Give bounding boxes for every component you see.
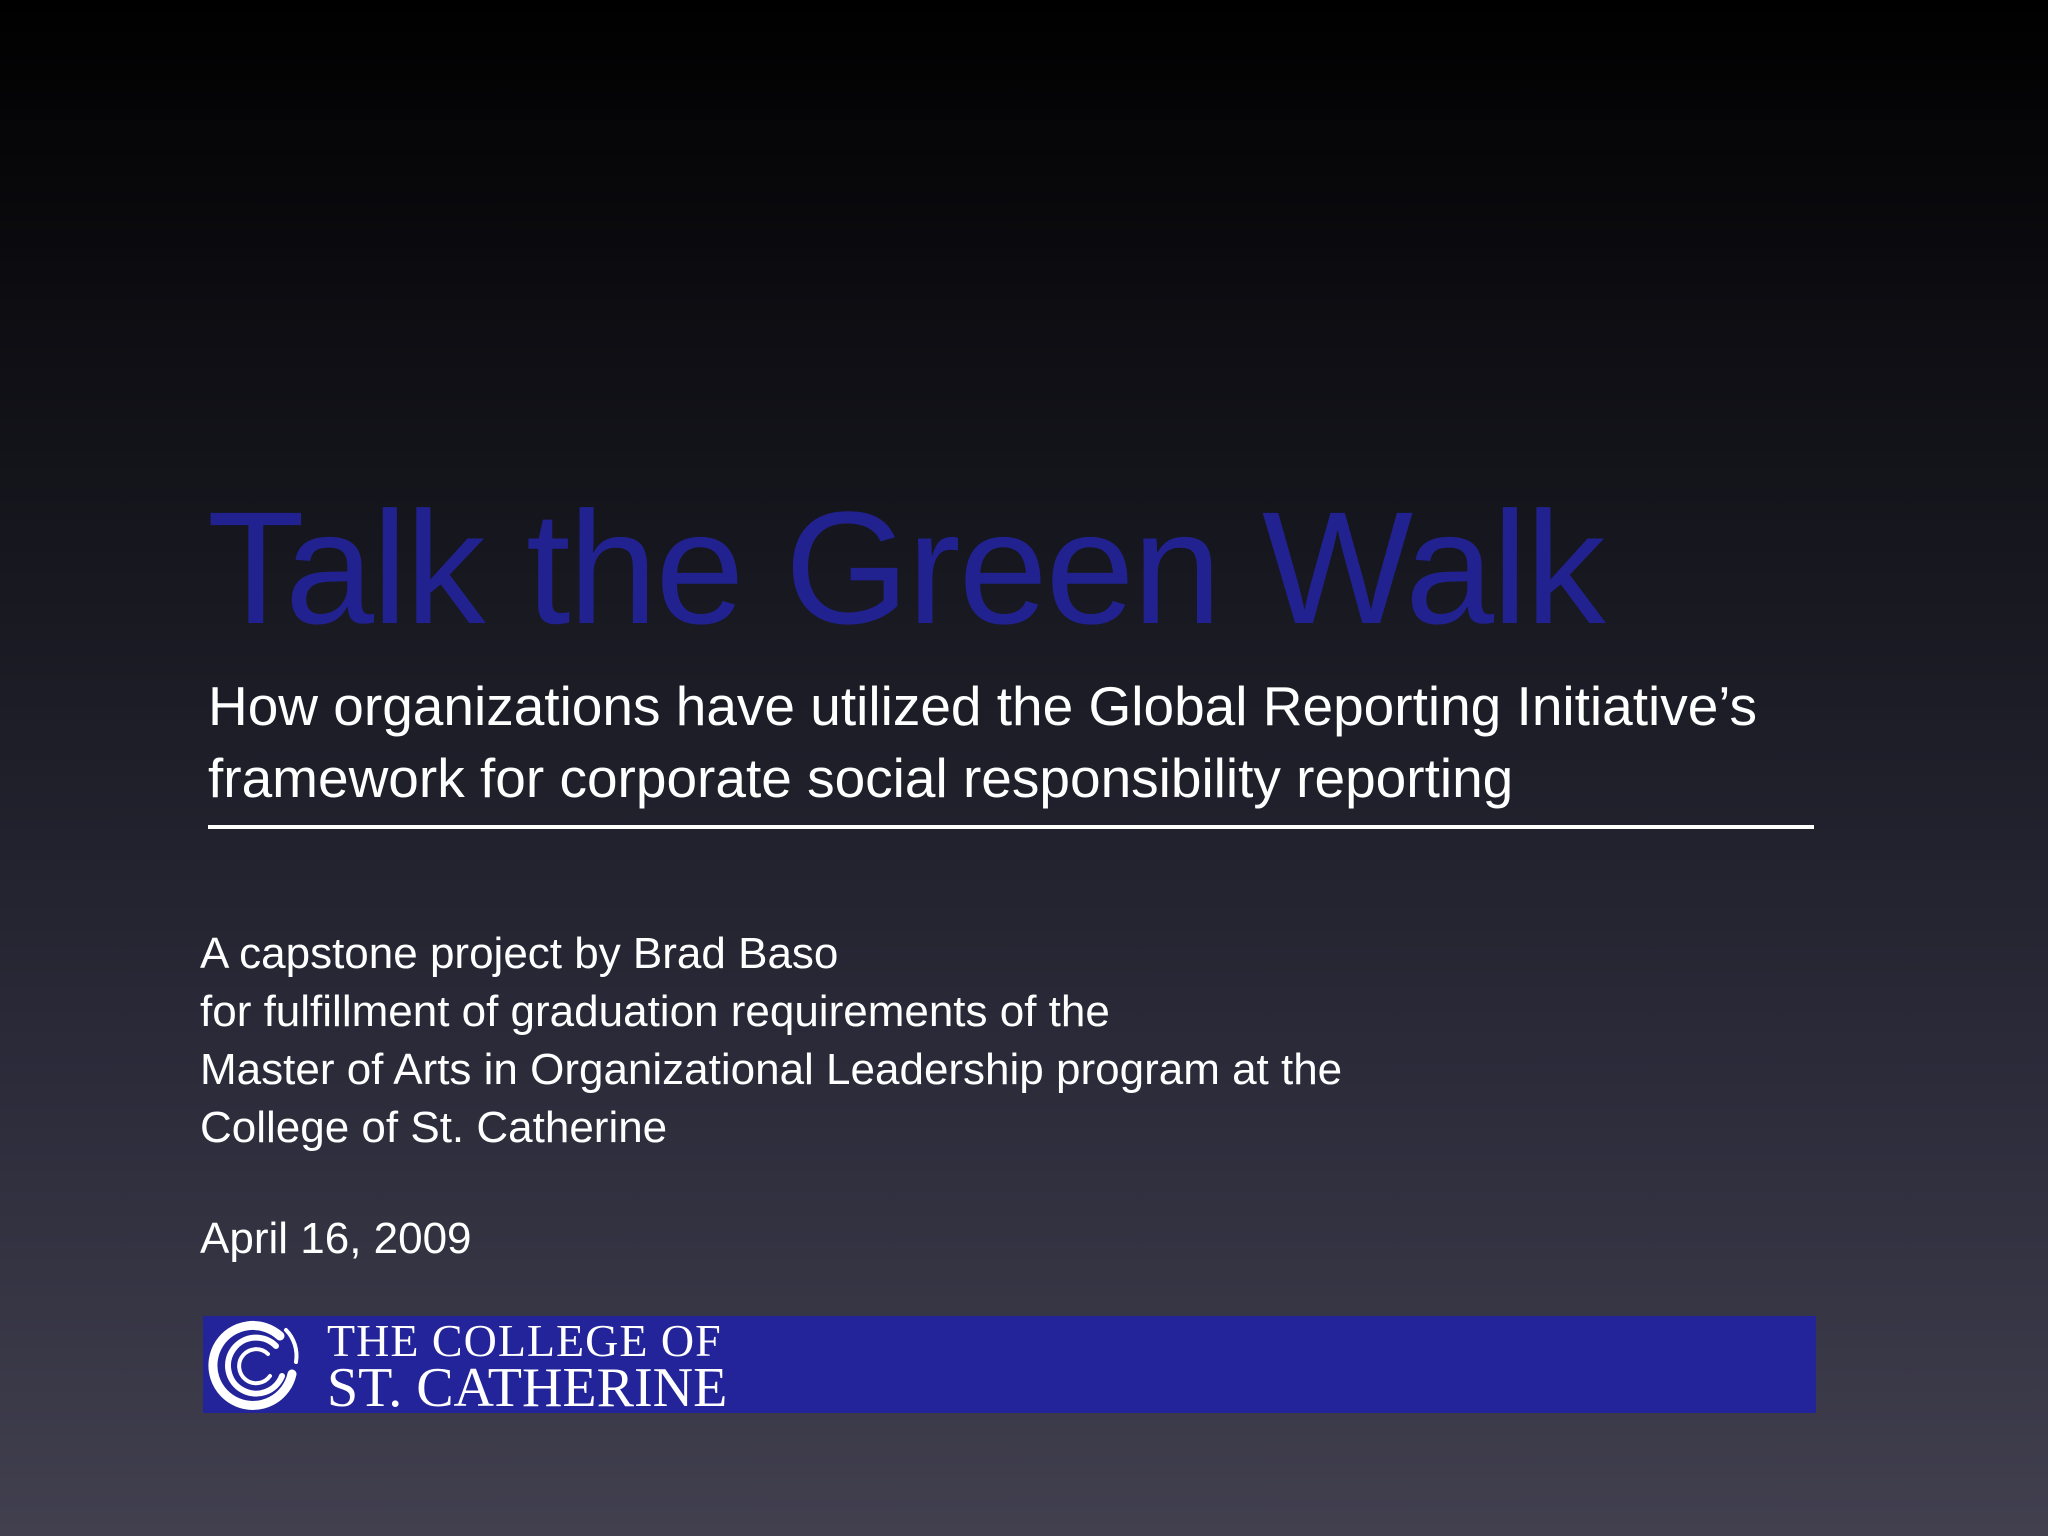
byline-line: College of St. Catherine [200,1103,668,1152]
slide-subtitle: How organizations have utilized the Glob… [208,670,1828,814]
byline-line: for fulfillment of graduation requiremen… [200,987,1110,1036]
subtitle-line: framework for corporate social responsib… [208,747,1514,809]
subtitle-line: How organizations have utilized the Glob… [208,675,1758,737]
byline-line: Master of Arts in Organizational Leaders… [200,1045,1343,1094]
swirl-circle-icon [208,1320,299,1410]
divider-line [208,825,1814,829]
college-logo-wordmark: THE COLLEGE OF ST. CATHERINE [327,1316,737,1419]
college-logo-banner: THE COLLEGE OF ST. CATHERINE [203,1316,1816,1419]
slide-title: Talk the Green Walk [207,478,1606,657]
slide: Talk the Green Walk How organizations ha… [0,0,2048,1536]
byline-line: A capstone project by Brad Baso [200,929,839,978]
byline: A capstone project by Brad Baso for fulf… [200,925,1342,1157]
presentation-date: April 16, 2009 [200,1214,472,1263]
logo-line-2: ST. CATHERINE [327,1357,728,1419]
